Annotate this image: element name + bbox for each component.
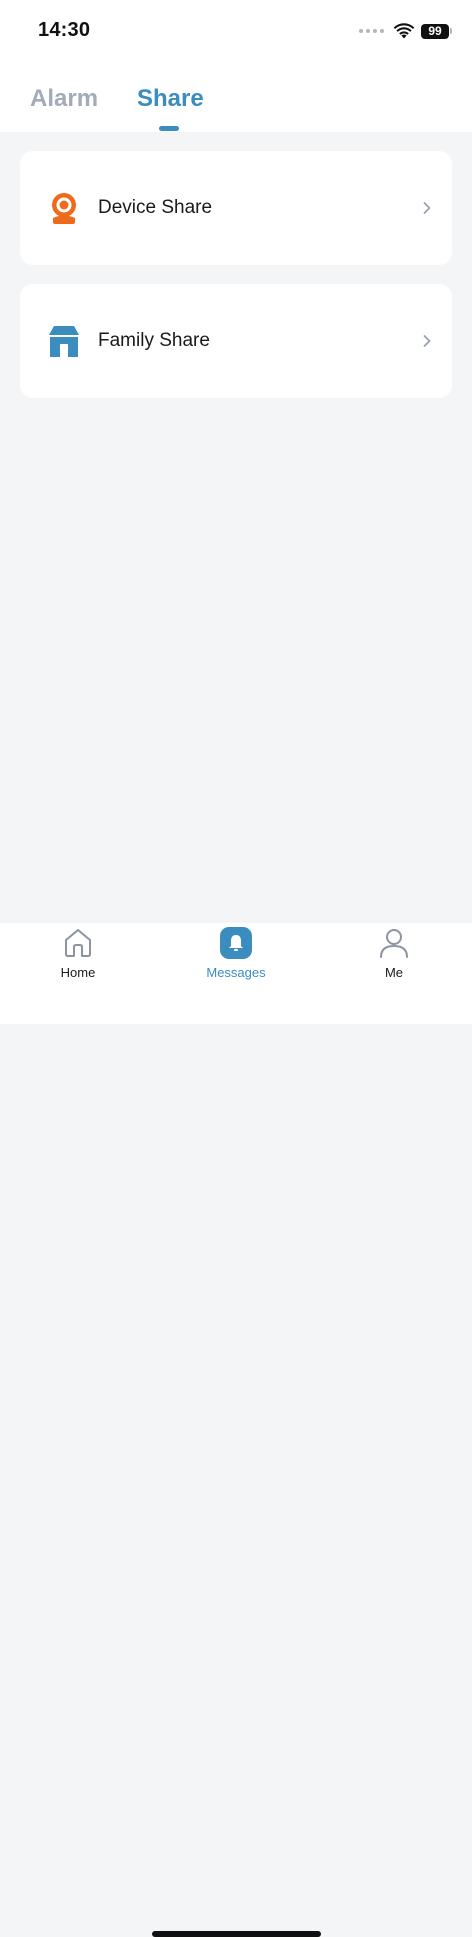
nav-home-label: Home (60, 965, 96, 980)
home-indicator (152, 1931, 321, 1937)
house-icon (49, 326, 79, 357)
chevron-right-icon (423, 202, 431, 214)
nav-messages-label: Messages (206, 965, 266, 980)
tab-share[interactable]: Share (137, 85, 204, 113)
tab-alarm[interactable]: Alarm (30, 85, 98, 113)
status-icons: 99 (359, 21, 452, 41)
nav-home[interactable]: Home (18, 923, 138, 993)
family-share-label: Family Share (98, 330, 210, 351)
battery-cap (450, 28, 452, 34)
status-bar: 14:30 99 (0, 0, 472, 60)
nav-me-label: Me (384, 965, 404, 980)
active-tab-indicator (159, 126, 179, 131)
status-time: 14:30 (38, 19, 91, 41)
family-share-card[interactable]: Family Share (20, 284, 452, 398)
signal-dots-icon (359, 29, 384, 33)
top-tabs: Alarm Share (0, 82, 472, 132)
device-share-card[interactable]: Device Share (20, 151, 452, 265)
chevron-right-icon (423, 335, 431, 347)
nav-messages[interactable]: Messages (176, 923, 296, 993)
battery-icon: 99 (421, 23, 449, 39)
bottom-nav: Home Messages Me (0, 923, 472, 1937)
person-icon (380, 929, 408, 958)
home-icon (65, 929, 91, 957)
camera-icon (52, 193, 76, 224)
header: 14:30 99 Alarm Share (0, 0, 472, 132)
nav-me[interactable]: Me (334, 923, 454, 993)
device-share-label: Device Share (98, 197, 213, 218)
wifi-icon (394, 23, 414, 39)
bell-icon (220, 927, 252, 959)
